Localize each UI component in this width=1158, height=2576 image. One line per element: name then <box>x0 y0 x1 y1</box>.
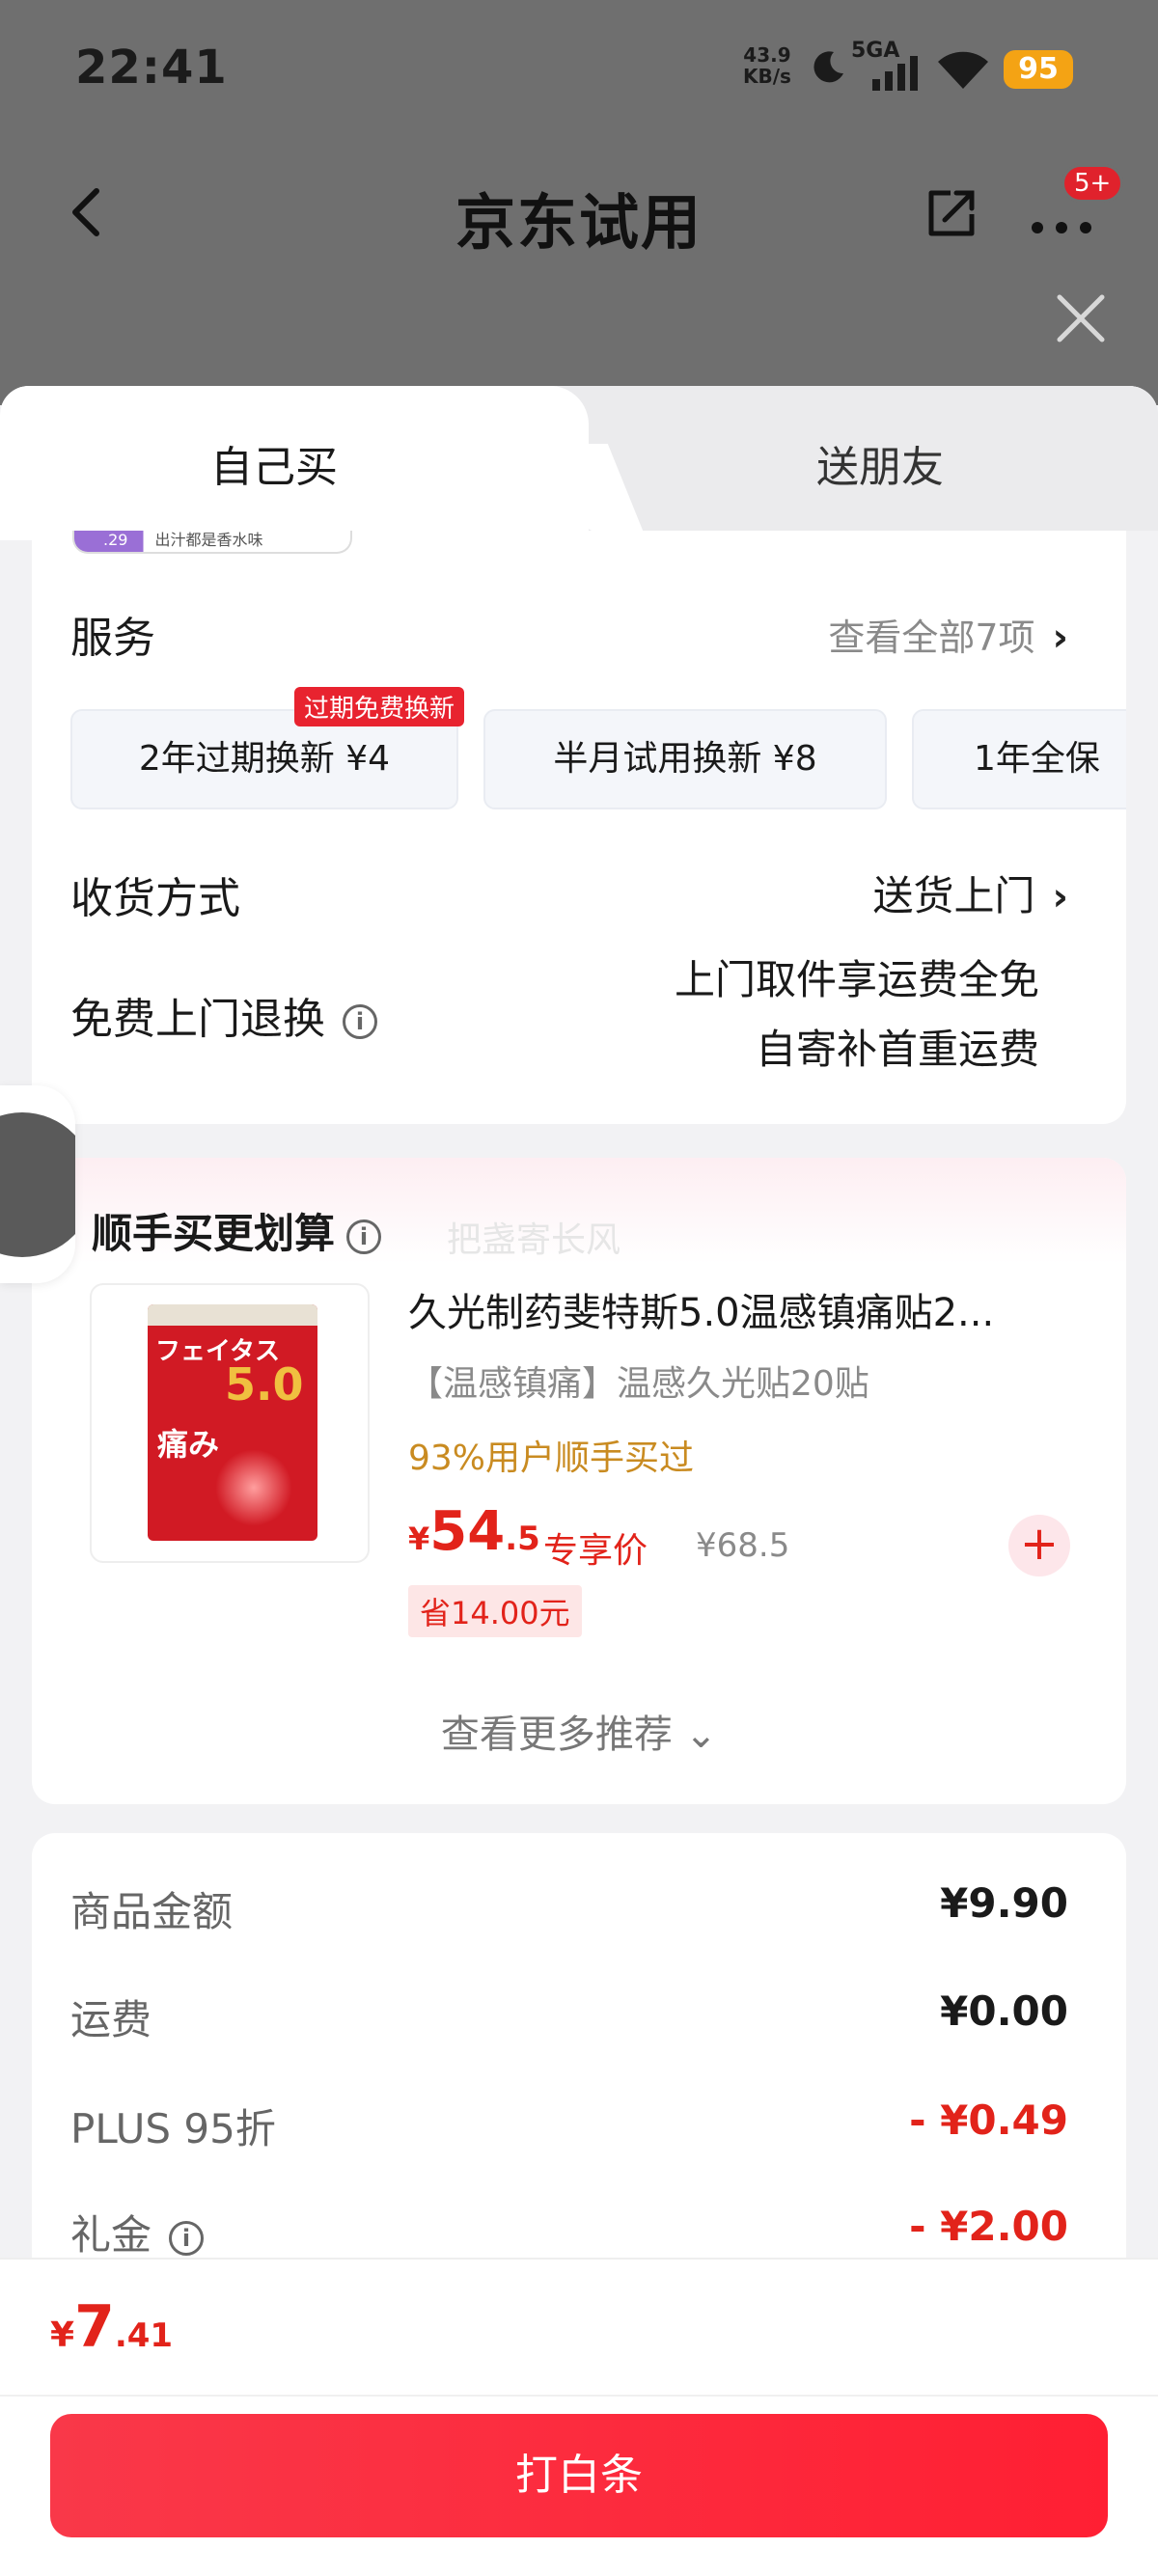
floating-side-button[interactable] <box>0 1085 75 1283</box>
divider <box>0 2395 1158 2397</box>
summary-label-plus: PLUS 95折 <box>70 2105 276 2152</box>
box-number: 5.0 <box>225 1358 304 1411</box>
summary-label-gift-text: 礼金 <box>70 2211 152 2259</box>
pay-button[interactable]: 打白条 <box>50 2414 1108 2537</box>
product-stat: 93%用户顺手买过 <box>408 1439 695 1478</box>
info-icon[interactable]: i <box>346 1219 382 1254</box>
price-currency: ¥ <box>408 1521 430 1557</box>
status-time: 22:41 <box>75 41 228 95</box>
promo-text: 出汁都是香水味 <box>154 531 263 549</box>
purchase-sheet: 自己买 送朋友 .29 出汁都是香水味 服务 查看全部7项 › 2年过期换新 ¥4 … <box>0 386 1158 2576</box>
box-pain-text: 痛み <box>157 1426 220 1463</box>
save-badge: 省14.00元 <box>408 1585 582 1637</box>
recommend-card: 顺手买更划算 i 把盏寄长风 フェイタス 5.0 痛み 久光制药斐特斯5.0温感镇… <box>32 1158 1126 1804</box>
network-speed-value: 43.9 <box>743 43 791 67</box>
purchase-tabs: 自己买 送朋友 <box>0 386 1158 540</box>
summary-value-shipping: ¥0.00 <box>940 1987 1068 2035</box>
summary-value-plus: - ¥0.49 <box>909 2096 1068 2144</box>
wifi-icon <box>938 51 988 89</box>
promo-strip: .29 出汁都是香水味 <box>72 531 352 554</box>
chevron-right-icon: › <box>1052 616 1068 660</box>
return-label: 免费上门退换 i <box>70 984 377 1046</box>
tab-self[interactable]: 自己买 <box>210 432 338 494</box>
close-icon[interactable] <box>1052 289 1110 347</box>
product-name[interactable]: 久光制药斐特斯5.0温感镇痛贴2... <box>408 1281 1084 1337</box>
summary-label-gift: 礼金 i <box>70 2203 205 2261</box>
status-bar: 22:41 43.9 KB/s 5GA 95 <box>0 0 1158 145</box>
notification-badge: 5+ <box>1062 164 1124 203</box>
product-image[interactable]: フェイタス 5.0 痛み <box>90 1283 370 1563</box>
product-subtitle: 【温感镇痛】温感久光贴20贴 <box>408 1364 869 1404</box>
tab-gift[interactable]: 送朋友 <box>816 432 944 494</box>
total-decimal: .41 <box>114 2316 174 2355</box>
summary-value-goods: ¥9.90 <box>940 1879 1068 1927</box>
original-price: ¥68.5 <box>696 1526 790 1565</box>
network-speed: 43.9 KB/s <box>743 44 791 87</box>
page-title: 京东试用 <box>455 187 703 258</box>
box-glow <box>215 1449 292 1526</box>
recommend-title: 顺手买更划算 i <box>92 1201 382 1260</box>
return-label-text: 免费上门退换 <box>70 995 325 1044</box>
floating-button-icon <box>0 1112 75 1257</box>
watermark: 把盏寄长风 <box>447 1220 621 1260</box>
summary-label-shipping: 运费 <box>70 1996 152 2043</box>
battery-indicator: 95 <box>1004 50 1073 89</box>
promo-price: .29 <box>103 531 128 549</box>
recommend-title-text: 顺手买更划算 <box>92 1210 336 1257</box>
delivery-label: 收货方式 <box>70 874 240 923</box>
moon-icon <box>813 51 843 83</box>
delivery-method-value: 送货上门 <box>872 872 1035 919</box>
service-chip-trial[interactable]: 半月试用换新 ¥8 <box>483 709 887 809</box>
share-icon[interactable] <box>922 183 981 243</box>
return-policy: 上门取件享运费全免 自寄补首重运费 <box>675 945 1039 1084</box>
services-label: 服务 <box>70 614 155 663</box>
return-policy-line2: 自寄补首重运费 <box>755 1026 1039 1073</box>
price-label: 专享价 <box>543 1531 648 1571</box>
services-view-all-text: 查看全部7项 <box>828 617 1035 659</box>
top-nav: 京东试用 5+ <box>0 164 1158 260</box>
service-chips: 2年过期换新 ¥4 半月试用换新 ¥8 1年全保 <box>70 709 1126 815</box>
product-box-art: フェイタス 5.0 痛み <box>148 1304 317 1541</box>
info-icon[interactable]: i <box>343 1004 377 1039</box>
total-currency: ¥ <box>50 2316 75 2355</box>
add-to-order-button[interactable]: + <box>1008 1515 1070 1576</box>
delivery-method[interactable]: 送货上门 › <box>873 863 1069 922</box>
signal-icon <box>872 56 918 91</box>
summary-value-gift: - ¥2.00 <box>909 2203 1068 2250</box>
info-icon[interactable]: i <box>169 2220 205 2256</box>
services-view-all[interactable]: 查看全部7项 › <box>828 608 1068 661</box>
network-speed-unit: KB/s <box>743 65 791 88</box>
service-chip-warranty[interactable]: 1年全保 <box>912 709 1126 809</box>
price-decimal: .5 <box>505 1520 540 1558</box>
more-recommendations-link[interactable]: 查看更多推荐 ⌄ <box>32 1703 1126 1759</box>
return-policy-line1: 上门取件享运费全免 <box>674 956 1039 1003</box>
product-price: ¥54.5 <box>408 1500 540 1563</box>
box-top-band <box>148 1304 317 1326</box>
summary-label-goods: 商品金额 <box>70 1888 234 1935</box>
background-page: 22:41 43.9 KB/s 5GA 95 京东试用 5+ <box>0 0 1158 405</box>
service-chip-tag: 过期免费换新 <box>294 687 465 726</box>
service-card: .29 出汁都是香水味 服务 查看全部7项 › 2年过期换新 ¥4 半月试用换新 ¥… <box>32 531 1126 1124</box>
price-integer: 54 <box>429 1500 506 1563</box>
total-integer: 7 <box>74 2293 115 2361</box>
total-price: ¥7.41 <box>50 2293 173 2361</box>
chevron-right-icon: › <box>1052 875 1068 919</box>
bottom-pay-bar: ¥7.41 打白条 <box>0 2258 1158 2576</box>
